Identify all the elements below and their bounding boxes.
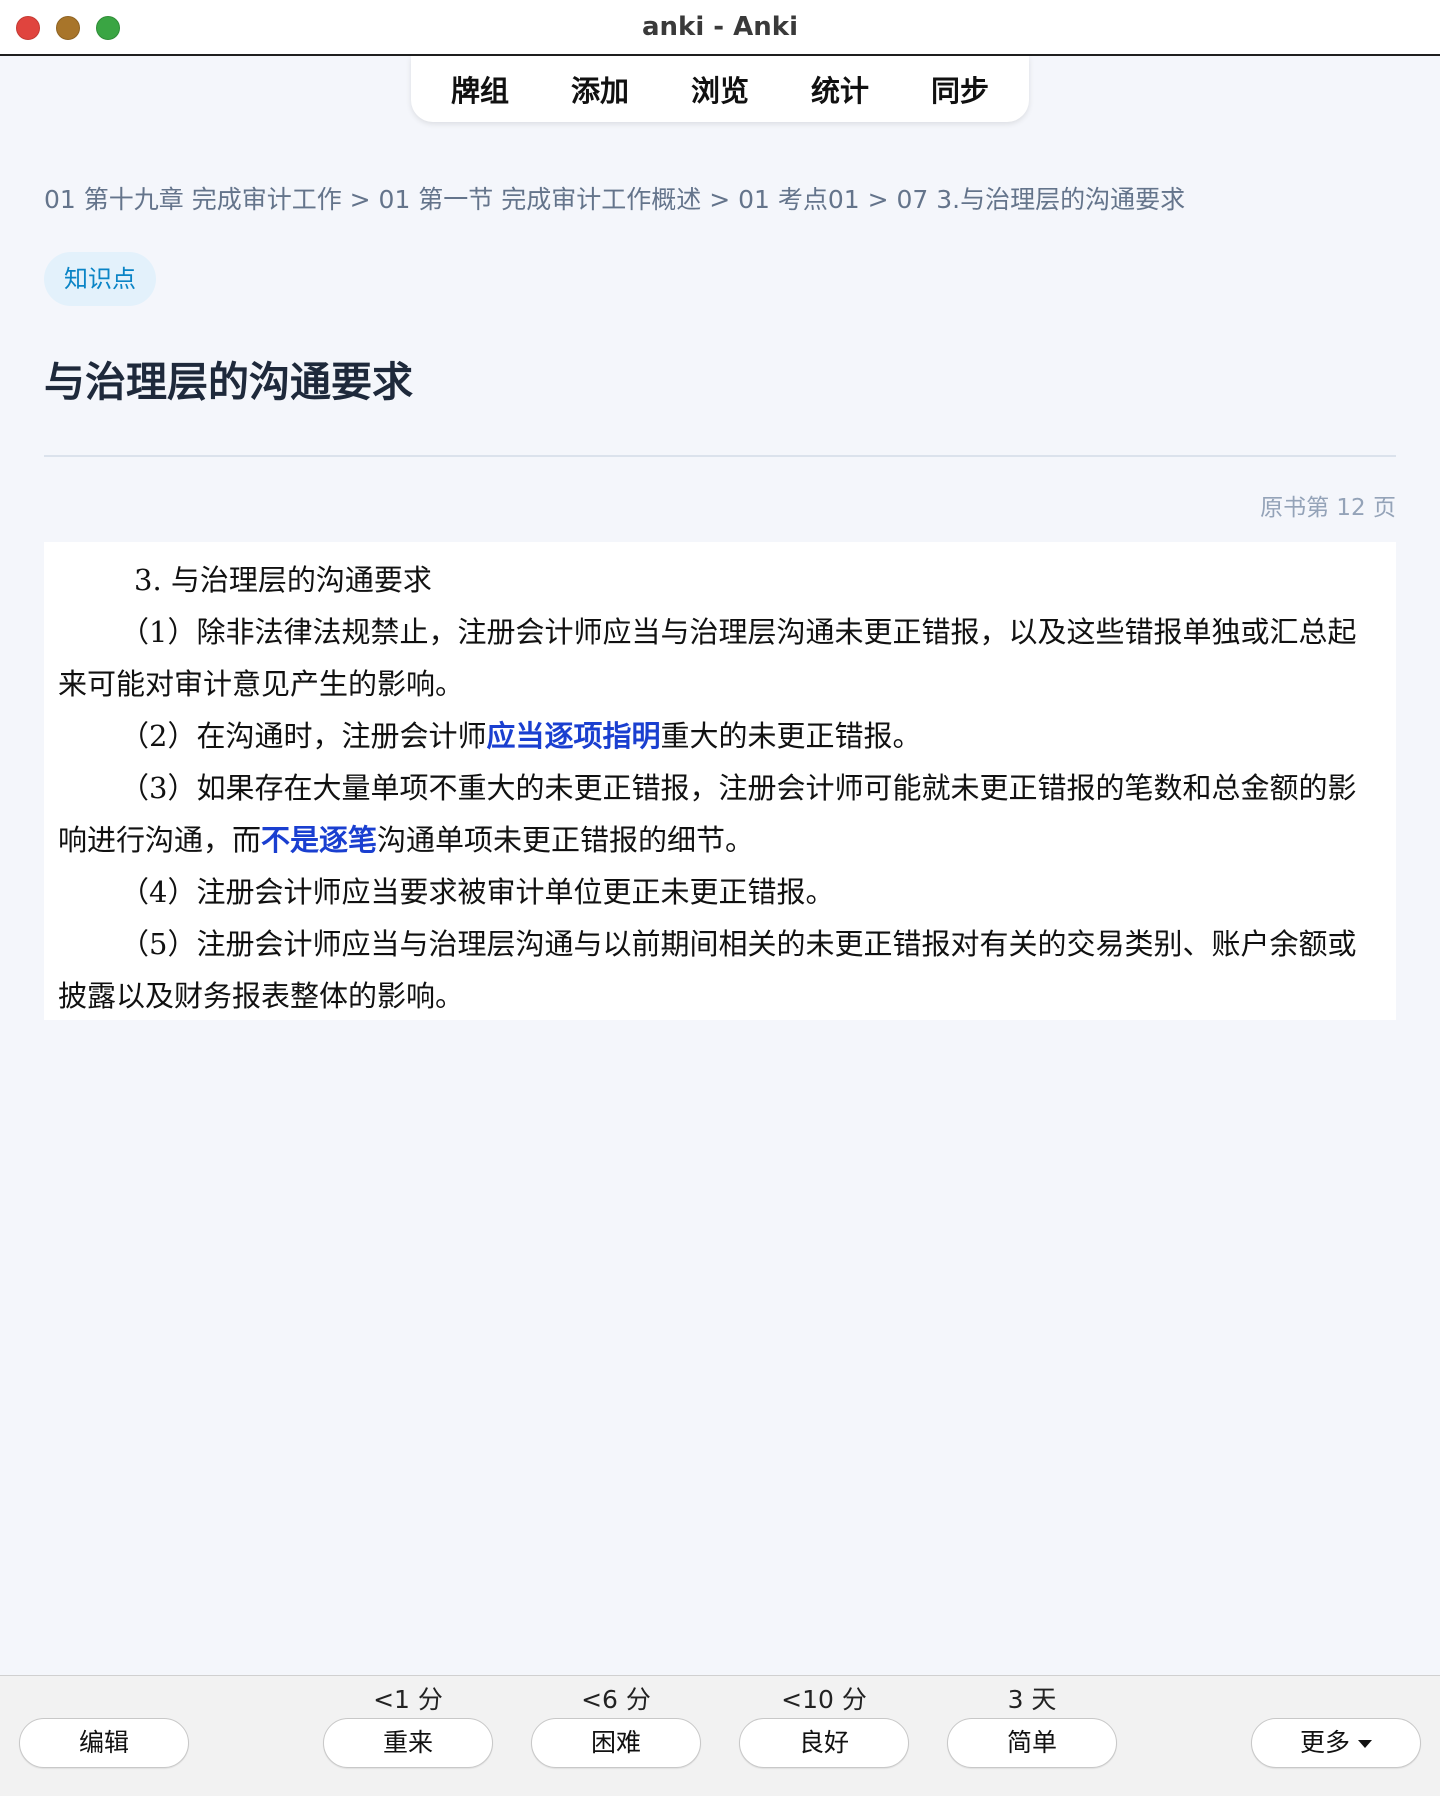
more-button-label: 更多 [1299, 1728, 1350, 1757]
more-button[interactable]: 更多 [1251, 1718, 1421, 1768]
nav-decks[interactable]: 牌组 [420, 68, 540, 110]
highlighted-text: 应当逐项指明 [486, 719, 661, 753]
nav-add[interactable]: 添加 [540, 68, 660, 110]
excerpt-paragraph-3: （3）如果存在大量单项不重大的未更正错报，注册会计师可能就未更正错报的笔数和总金… [58, 762, 1384, 866]
excerpt-paragraph-1: （1）除非法律法规禁止，注册会计师应当与治理层沟通未更正错报，以及这些错报单独或… [58, 615, 1357, 701]
page-reference: 原书第 12 页 [1260, 495, 1396, 521]
caret-down-icon [1358, 1740, 1372, 1748]
excerpt-paragraph-2: （2）在沟通时，注册会计师应当逐项指明重大的未更正错报。 [58, 710, 1384, 762]
easy-button[interactable]: 简单 [947, 1718, 1117, 1768]
nav-browse[interactable]: 浏览 [660, 68, 780, 110]
again-button[interactable]: 重来 [323, 1718, 493, 1768]
excerpt-text: 沟通单项未更正错报的细节。 [377, 823, 755, 857]
again-interval: <1 分 [373, 1685, 443, 1714]
edit-button[interactable]: 编辑 [19, 1718, 189, 1768]
good-interval: <10 分 [781, 1685, 867, 1714]
card-title: 与治理层的沟通要求 [44, 358, 413, 406]
window-title: anki - Anki [642, 12, 798, 42]
divider [44, 455, 1396, 457]
excerpt-paragraph-5: （5）注册会计师应当与治理层沟通与以前期间相关的未更正错报对有关的交易类别、账户… [58, 927, 1357, 1013]
easy-interval: 3 天 [1007, 1685, 1057, 1714]
excerpt-paragraph-4: （4）注册会计师应当要求被审计单位更正未更正错报。 [120, 875, 835, 909]
nav-sync[interactable]: 同步 [900, 68, 1020, 110]
hard-interval: <6 分 [581, 1685, 651, 1714]
excerpt-heading: 3. 与治理层的沟通要求 [134, 563, 432, 597]
excerpt-text: 重大的未更正错报。 [660, 719, 922, 753]
textbook-excerpt: 3. 与治理层的沟通要求 （1）除非法律法规禁止，注册会计师应当与治理层沟通未更… [44, 542, 1396, 1020]
top-navigation: 牌组 添加 浏览 统计 同步 [411, 56, 1029, 122]
highlighted-text: 不是逐笔 [261, 823, 378, 857]
card-tag: 知识点 [44, 252, 156, 306]
good-button[interactable]: 良好 [739, 1718, 909, 1768]
title-bar: anki - Anki [0, 0, 1440, 56]
nav-stats[interactable]: 统计 [780, 68, 900, 110]
excerpt-text: （2）在沟通时，注册会计师 [120, 719, 487, 753]
answer-bar [0, 1675, 1440, 1796]
breadcrumb: 01 第十九章 完成审计工作 > 01 第一节 完成审计工作概述 > 01 考点… [44, 185, 1186, 214]
anki-window: anki - Anki 牌组 添加 浏览 统计 同步 01 第十九章 完成审计工… [0, 0, 1440, 1796]
hard-button[interactable]: 困难 [531, 1718, 701, 1768]
